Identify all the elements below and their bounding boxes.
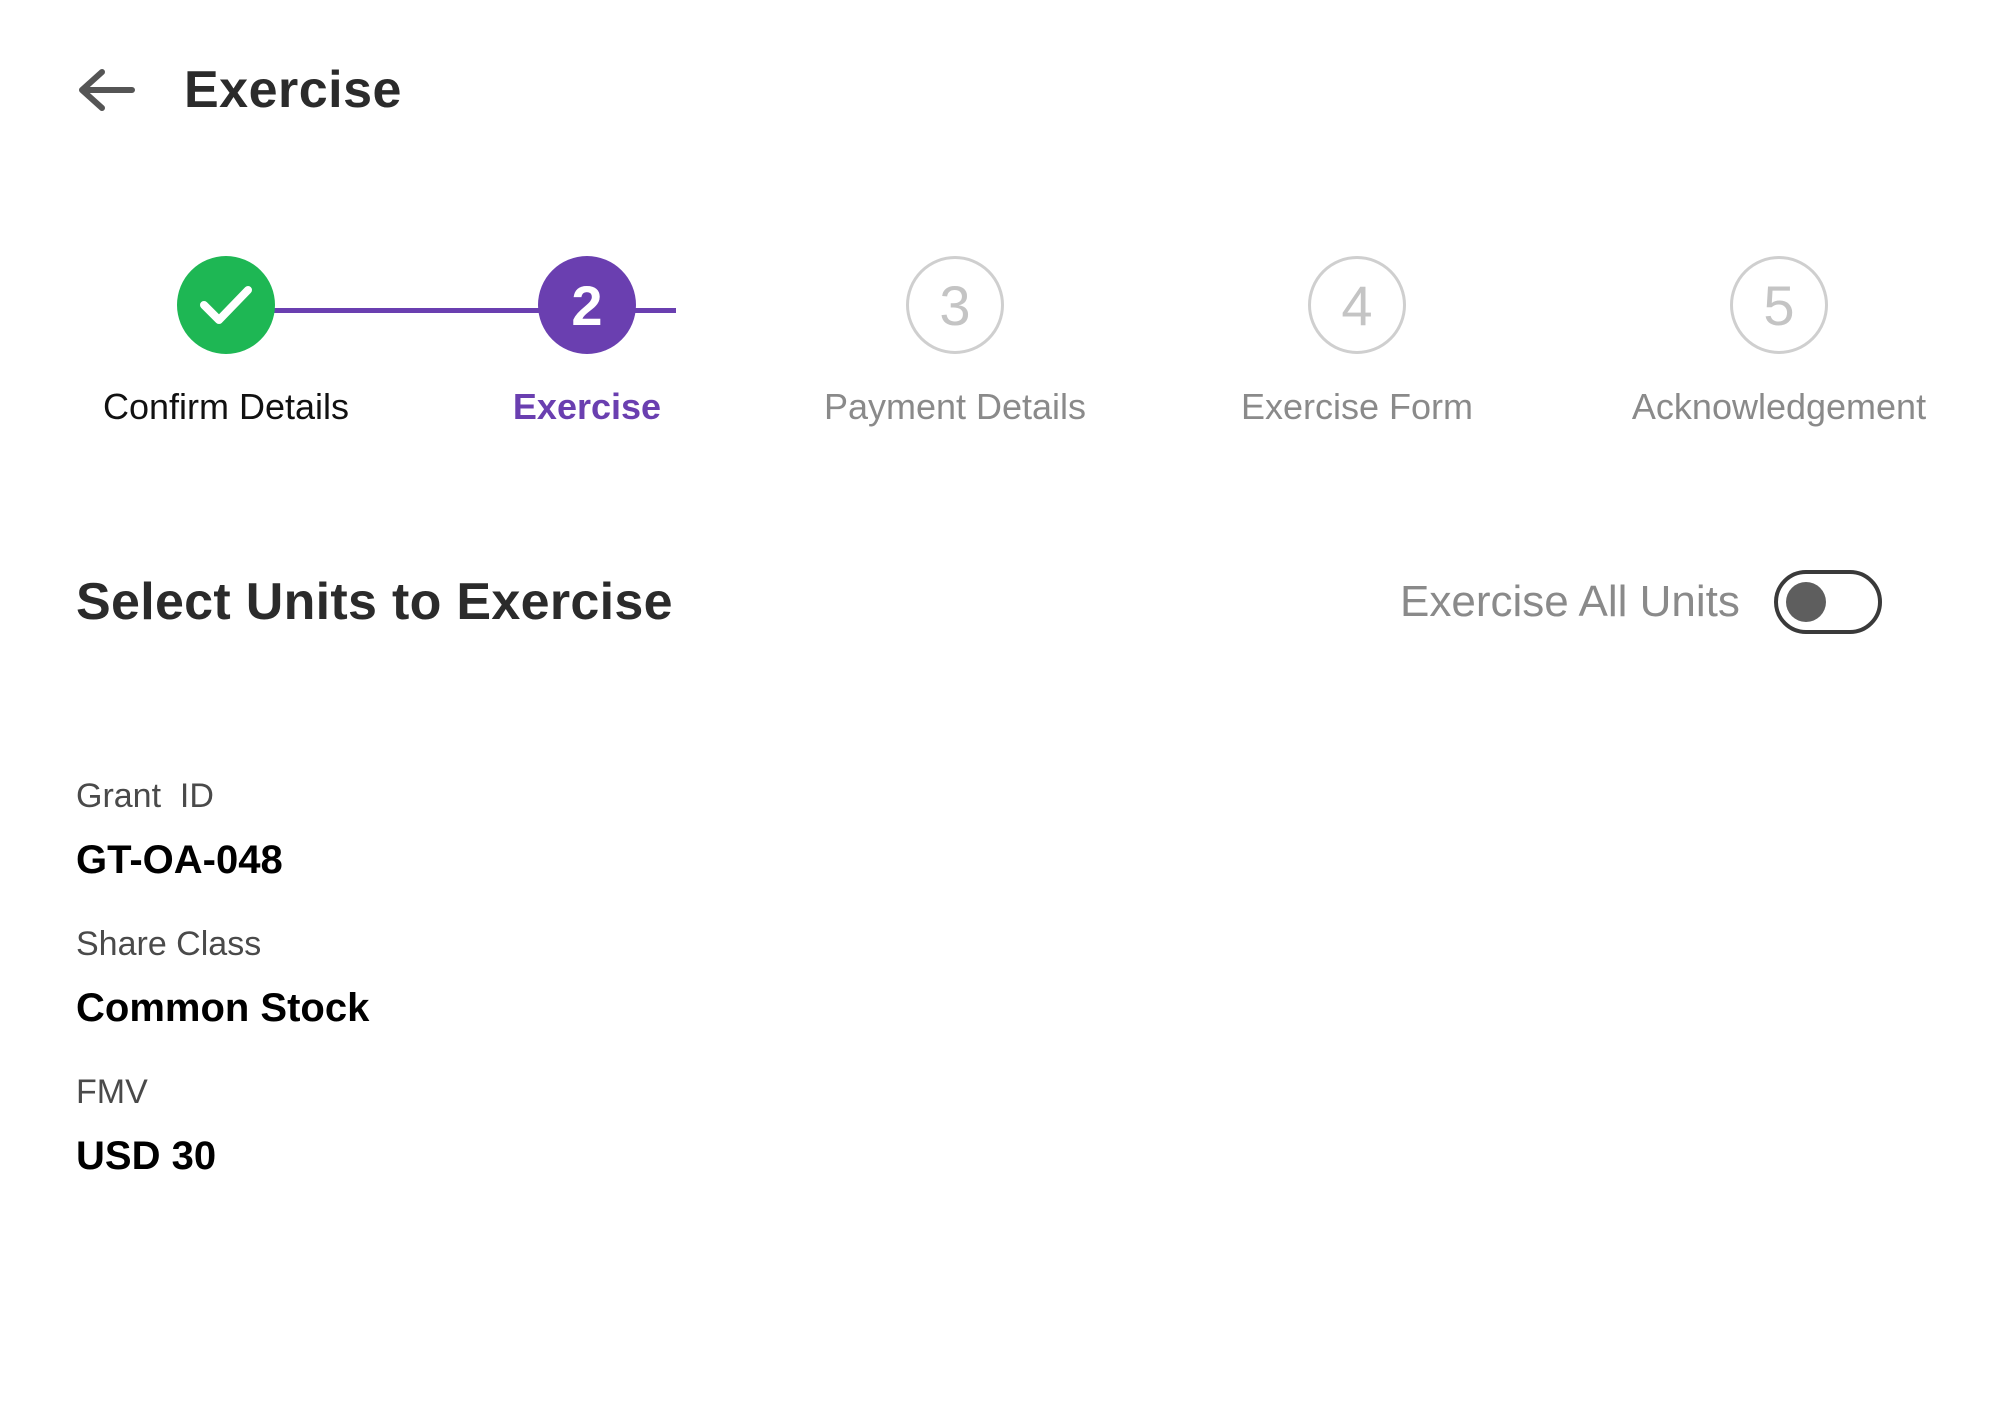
field-label: Grant ID: [76, 777, 214, 815]
field-label: FMV: [76, 1073, 148, 1111]
arrow-left-icon: [79, 69, 135, 111]
step-2-indicator: 2: [538, 256, 636, 354]
back-button[interactable]: [76, 58, 140, 122]
field-value: Common Stock: [76, 986, 370, 1030]
step-exercise[interactable]: 2 Exercise: [407, 256, 767, 428]
step-label: Payment Details: [823, 386, 1087, 427]
step-4-indicator: 4: [1308, 256, 1406, 354]
step-payment-details[interactable]: 3 Payment Details: [775, 256, 1135, 428]
step-label: Exercise: [512, 386, 662, 427]
step-1-indicator: [177, 256, 275, 354]
fmv-field: FMV USD 30: [76, 1072, 369, 1180]
field-value: GT-OA-048: [76, 838, 283, 882]
exercise-all-units-label: Exercise All Units: [1400, 577, 1740, 626]
step-label: Confirm Details: [102, 386, 350, 427]
grant-details: Grant ID GT-OA-048 Share Class Common St…: [76, 776, 369, 1220]
exercise-all-units-toggle[interactable]: [1773, 570, 1882, 634]
page-header: Exercise: [76, 52, 402, 128]
check-icon: [200, 286, 252, 324]
step-label: Acknowledgement: [1631, 386, 1927, 427]
grant-id-field: Grant ID GT-OA-048: [76, 776, 369, 884]
page-title: Exercise: [184, 61, 402, 119]
step-3-indicator: 3: [906, 256, 1004, 354]
section-title: Select Units to Exercise: [76, 573, 673, 631]
step-exercise-form[interactable]: 4 Exercise Form: [1177, 256, 1537, 428]
field-label: Share Class: [76, 925, 262, 963]
step-acknowledgement[interactable]: 5 Acknowledgement: [1599, 256, 1959, 428]
share-class-field: Share Class Common Stock: [76, 924, 369, 1032]
toggle-knob: [1785, 582, 1826, 622]
exercise-all-units-control: Exercise All Units: [1400, 570, 1882, 634]
step-confirm-details[interactable]: Confirm Details: [46, 256, 406, 428]
step-label: Exercise Form: [1240, 386, 1474, 427]
field-value: USD 30: [76, 1134, 217, 1178]
step-5-indicator: 5: [1730, 256, 1828, 354]
progress-stepper: Confirm Details 2 Exercise 3 Payment Det…: [0, 256, 2004, 456]
